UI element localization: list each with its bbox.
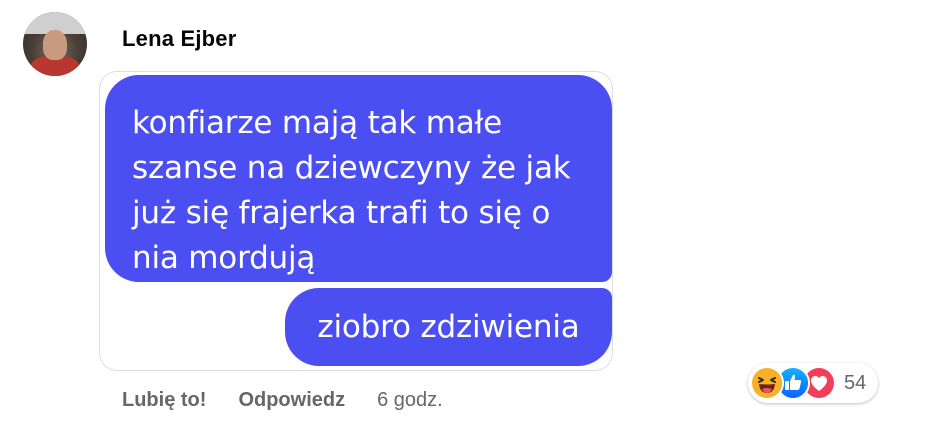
avatar[interactable] [23,12,87,76]
message-text-1: konfiarze mają tak małe szanse na dziewc… [132,105,571,276]
comment-author[interactable]: Lena Ejber [122,26,236,52]
comment: Lena Ejber konfiarze mają tak małe szans… [0,0,942,434]
message-bubble-1: konfiarze mają tak małe szanse na dziewc… [105,75,612,282]
comment-timestamp[interactable]: 6 godz. [377,389,443,412]
avatar-face [43,30,67,60]
reply-action[interactable]: Odpowiedz [238,389,345,412]
haha-icon [750,366,784,400]
reactions-summary[interactable]: 54 [748,363,879,403]
comment-actions: Lubię to! Odpowiedz 6 godz. [122,389,443,412]
reaction-count: 54 [844,371,867,394]
message-text-2: ziobro zdziwienia [317,309,580,345]
like-action[interactable]: Lubię to! [122,389,206,412]
message-bubble-2: ziobro zdziwienia [285,288,612,366]
